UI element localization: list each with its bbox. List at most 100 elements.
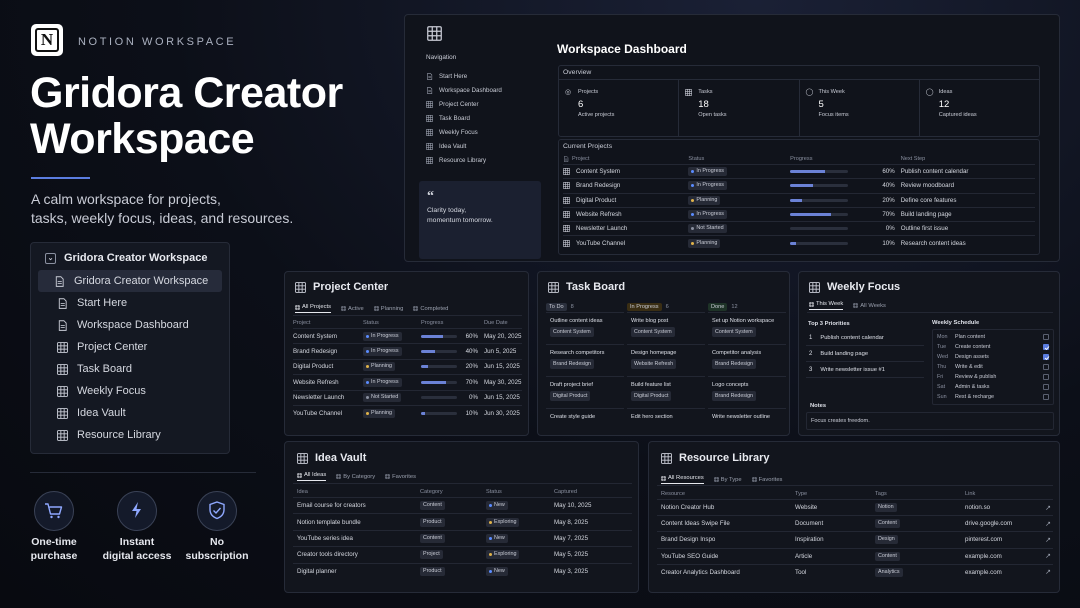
progress-label: 10% [465, 409, 478, 417]
task-card[interactable]: Research competitors Brand Redesign [546, 345, 624, 377]
tab-label: Completed [420, 305, 449, 312]
table-row[interactable]: Brand Design Inspo Inspiration Design pinte… [657, 531, 1053, 547]
schedule-task: Review & publish [955, 374, 997, 380]
task-card[interactable]: Create style guide [546, 409, 624, 435]
dashboard-nav-item[interactable]: Task Board [426, 111, 502, 125]
table-row[interactable]: Creator tools directory Project Exploring M… [293, 546, 632, 562]
checkbox[interactable] [1043, 344, 1050, 351]
table-row[interactable]: Email course for creators Content New May 1… [293, 497, 632, 513]
checkbox[interactable] [1043, 364, 1049, 370]
table-row[interactable]: Website Refresh In Progress 70% Build landi… [563, 206, 1035, 221]
task-card[interactable]: Draft project brief Digital Product [546, 377, 624, 409]
tab-favorites[interactable]: Favorites [385, 472, 416, 481]
checkbox[interactable] [1043, 374, 1049, 380]
dashboard-nav-item[interactable]: Weekly Focus [426, 125, 502, 139]
table-row[interactable]: Brand Redesign In Progress 40% Jun 5, 2025 [293, 343, 522, 358]
checkbox[interactable] [1043, 394, 1049, 400]
schedule-row[interactable]: Fri Review & publish [937, 372, 1049, 382]
category-tag: Project [420, 550, 443, 560]
tree-item-task-board[interactable]: Task Board [38, 358, 222, 380]
table-row[interactable]: YouTube Channel Planning 10% Research conte… [563, 235, 1035, 249]
schedule-row[interactable]: Sun Rest & recharge [937, 392, 1049, 402]
tab-by-type[interactable]: By Type [714, 475, 742, 484]
task-card[interactable]: Build feature list Digital Product [627, 377, 705, 409]
table-cell: May 20, 2025 [484, 333, 522, 340]
tab-this-week[interactable]: This Week [809, 301, 844, 310]
tree-item-start-here[interactable]: Start Here [38, 292, 222, 314]
table-row[interactable]: Digital Product Planning 20% Jun 15, 2025 [293, 358, 522, 374]
dashboard-nav-item[interactable]: Resource Library [426, 153, 502, 167]
external-link-icon[interactable]: ↗ [1045, 536, 1051, 544]
table-row[interactable]: Content Ideas Swipe File Document Content d… [657, 515, 1053, 531]
table-row[interactable]: Newsletter Launch Not Started 0% Outline fi… [563, 221, 1035, 235]
table-row[interactable]: Notion template bundle Product Exploring Ma… [293, 513, 632, 529]
external-link-icon[interactable]: ↗ [1045, 504, 1051, 512]
table-row[interactable]: YouTube series idea Content New May 7, 2025 [293, 529, 632, 546]
tab-all-resources[interactable]: All Resources [661, 475, 704, 484]
table-row[interactable]: Notion Creator Hub Website Notion notion.so… [657, 499, 1053, 515]
schedule-row[interactable]: Sat Admin & tasks [937, 382, 1049, 392]
task-card[interactable]: Edit hero section [627, 409, 705, 435]
table-row[interactable]: Content System In Progress 60% May 20, 2025 [293, 328, 522, 343]
external-link-icon[interactable]: ↗ [1045, 520, 1051, 528]
tree-item-idea-vault[interactable]: Idea Vault [38, 402, 222, 424]
tab-all-weeks[interactable]: All Weeks [853, 301, 886, 310]
feature-line2: digital access [102, 549, 172, 562]
dashboard-nav-item[interactable]: Idea Vault [426, 139, 502, 153]
table-row[interactable]: Digital planner Product New May 3, 2025 [293, 562, 632, 579]
table-row[interactable]: YouTube Channel Planning 10% Jun 30, 2025 [293, 404, 522, 420]
tree-item-project-center[interactable]: Project Center [38, 336, 222, 358]
dashboard-nav-item[interactable]: Start Here [426, 69, 502, 83]
tree-item-resource-library[interactable]: Resource Library [38, 424, 222, 446]
table-row[interactable]: Website Refresh In Progress 70% May 30, 202… [293, 374, 522, 389]
table-row[interactable]: Creator Analytics Dashboard Tool Analytics… [657, 563, 1053, 580]
table-row[interactable]: Newsletter Launch Not Started 0% Jun 15, 20… [293, 389, 522, 405]
task-card[interactable]: Set up Notion workspace Content System [708, 313, 786, 345]
task-card[interactable]: Competitor analysis Brand Redesign [708, 345, 786, 377]
target-icon: ◎ [565, 89, 572, 96]
external-link-icon[interactable]: ↗ [1045, 552, 1051, 560]
task-card[interactable]: Outline content ideas Content System [546, 313, 624, 345]
schedule-row[interactable]: Wed Design assets [937, 352, 1050, 362]
resource-link[interactable]: pinterest.com [965, 536, 1002, 543]
schedule-row[interactable]: Thu Write & edit [937, 362, 1049, 372]
table-row[interactable]: YouTube SEO Guide Article Content example.c… [657, 547, 1053, 564]
checkbox[interactable] [1043, 384, 1049, 390]
priority-item[interactable]: 1 Publish content calendar [806, 330, 924, 346]
priority-item[interactable]: 3 Write newsletter issue #1 [806, 362, 924, 378]
tab-completed[interactable]: Completed [413, 304, 448, 313]
checkbox[interactable] [1043, 354, 1050, 361]
collapse-icon[interactable]: ⌄ [45, 252, 56, 264]
resource-link[interactable]: drive.google.com [965, 520, 1012, 527]
resource-link[interactable]: example.com [965, 569, 1002, 576]
tab-all-projects[interactable]: All Projects [295, 304, 331, 313]
tab-all-ideas[interactable]: All Ideas [297, 472, 327, 481]
task-card[interactable]: Write blog post Content System [627, 313, 705, 345]
schedule-row[interactable]: Tue Create content [937, 342, 1050, 352]
task-card[interactable]: Logo concepts Brand Redesign [708, 377, 786, 409]
table-row[interactable]: Digital Product Planning 20% Define core fe… [563, 192, 1035, 207]
dashboard-nav-item[interactable]: Workspace Dashboard [426, 83, 502, 97]
tab-active[interactable]: Active [341, 304, 364, 313]
tab-by-category[interactable]: By Category [336, 472, 375, 481]
tab-favorites[interactable]: Favorites [752, 475, 782, 484]
task-card[interactable]: Write newsletter outline [708, 409, 786, 435]
tree-item-workspace-dashboard[interactable]: Workspace Dashboard [38, 314, 222, 336]
resource-link[interactable]: notion.so [965, 504, 990, 511]
table-row[interactable]: Content System In Progress 60% Publish cont… [563, 164, 1035, 178]
external-link-icon[interactable]: ↗ [1045, 568, 1051, 576]
table-row[interactable]: Brand Redesign In Progress 40% Review moodb… [563, 178, 1035, 192]
dashboard-nav-item[interactable]: Project Center [426, 97, 502, 111]
checkbox[interactable] [1043, 334, 1049, 340]
task-card[interactable]: Design homepage Website Refresh [627, 345, 705, 377]
stat-card: ◯ This Week 5 Focus items [798, 80, 919, 137]
table-cell: 60% [790, 168, 901, 175]
priority-item[interactable]: 2 Build landing page [806, 346, 924, 362]
resource-name: YouTube SEO Guide [661, 552, 719, 560]
tab-planning[interactable]: Planning [374, 304, 403, 313]
tree-item-weekly-focus[interactable]: Weekly Focus [38, 380, 222, 402]
resource-link[interactable]: example.com [965, 553, 1002, 560]
schedule-row[interactable]: Mon Plan content [937, 332, 1049, 342]
tree-root[interactable]: ⌄ Gridora Creator Workspace [31, 243, 229, 264]
tree-item-gridora-creator-workspace[interactable]: Gridora Creator Workspace [38, 270, 222, 292]
